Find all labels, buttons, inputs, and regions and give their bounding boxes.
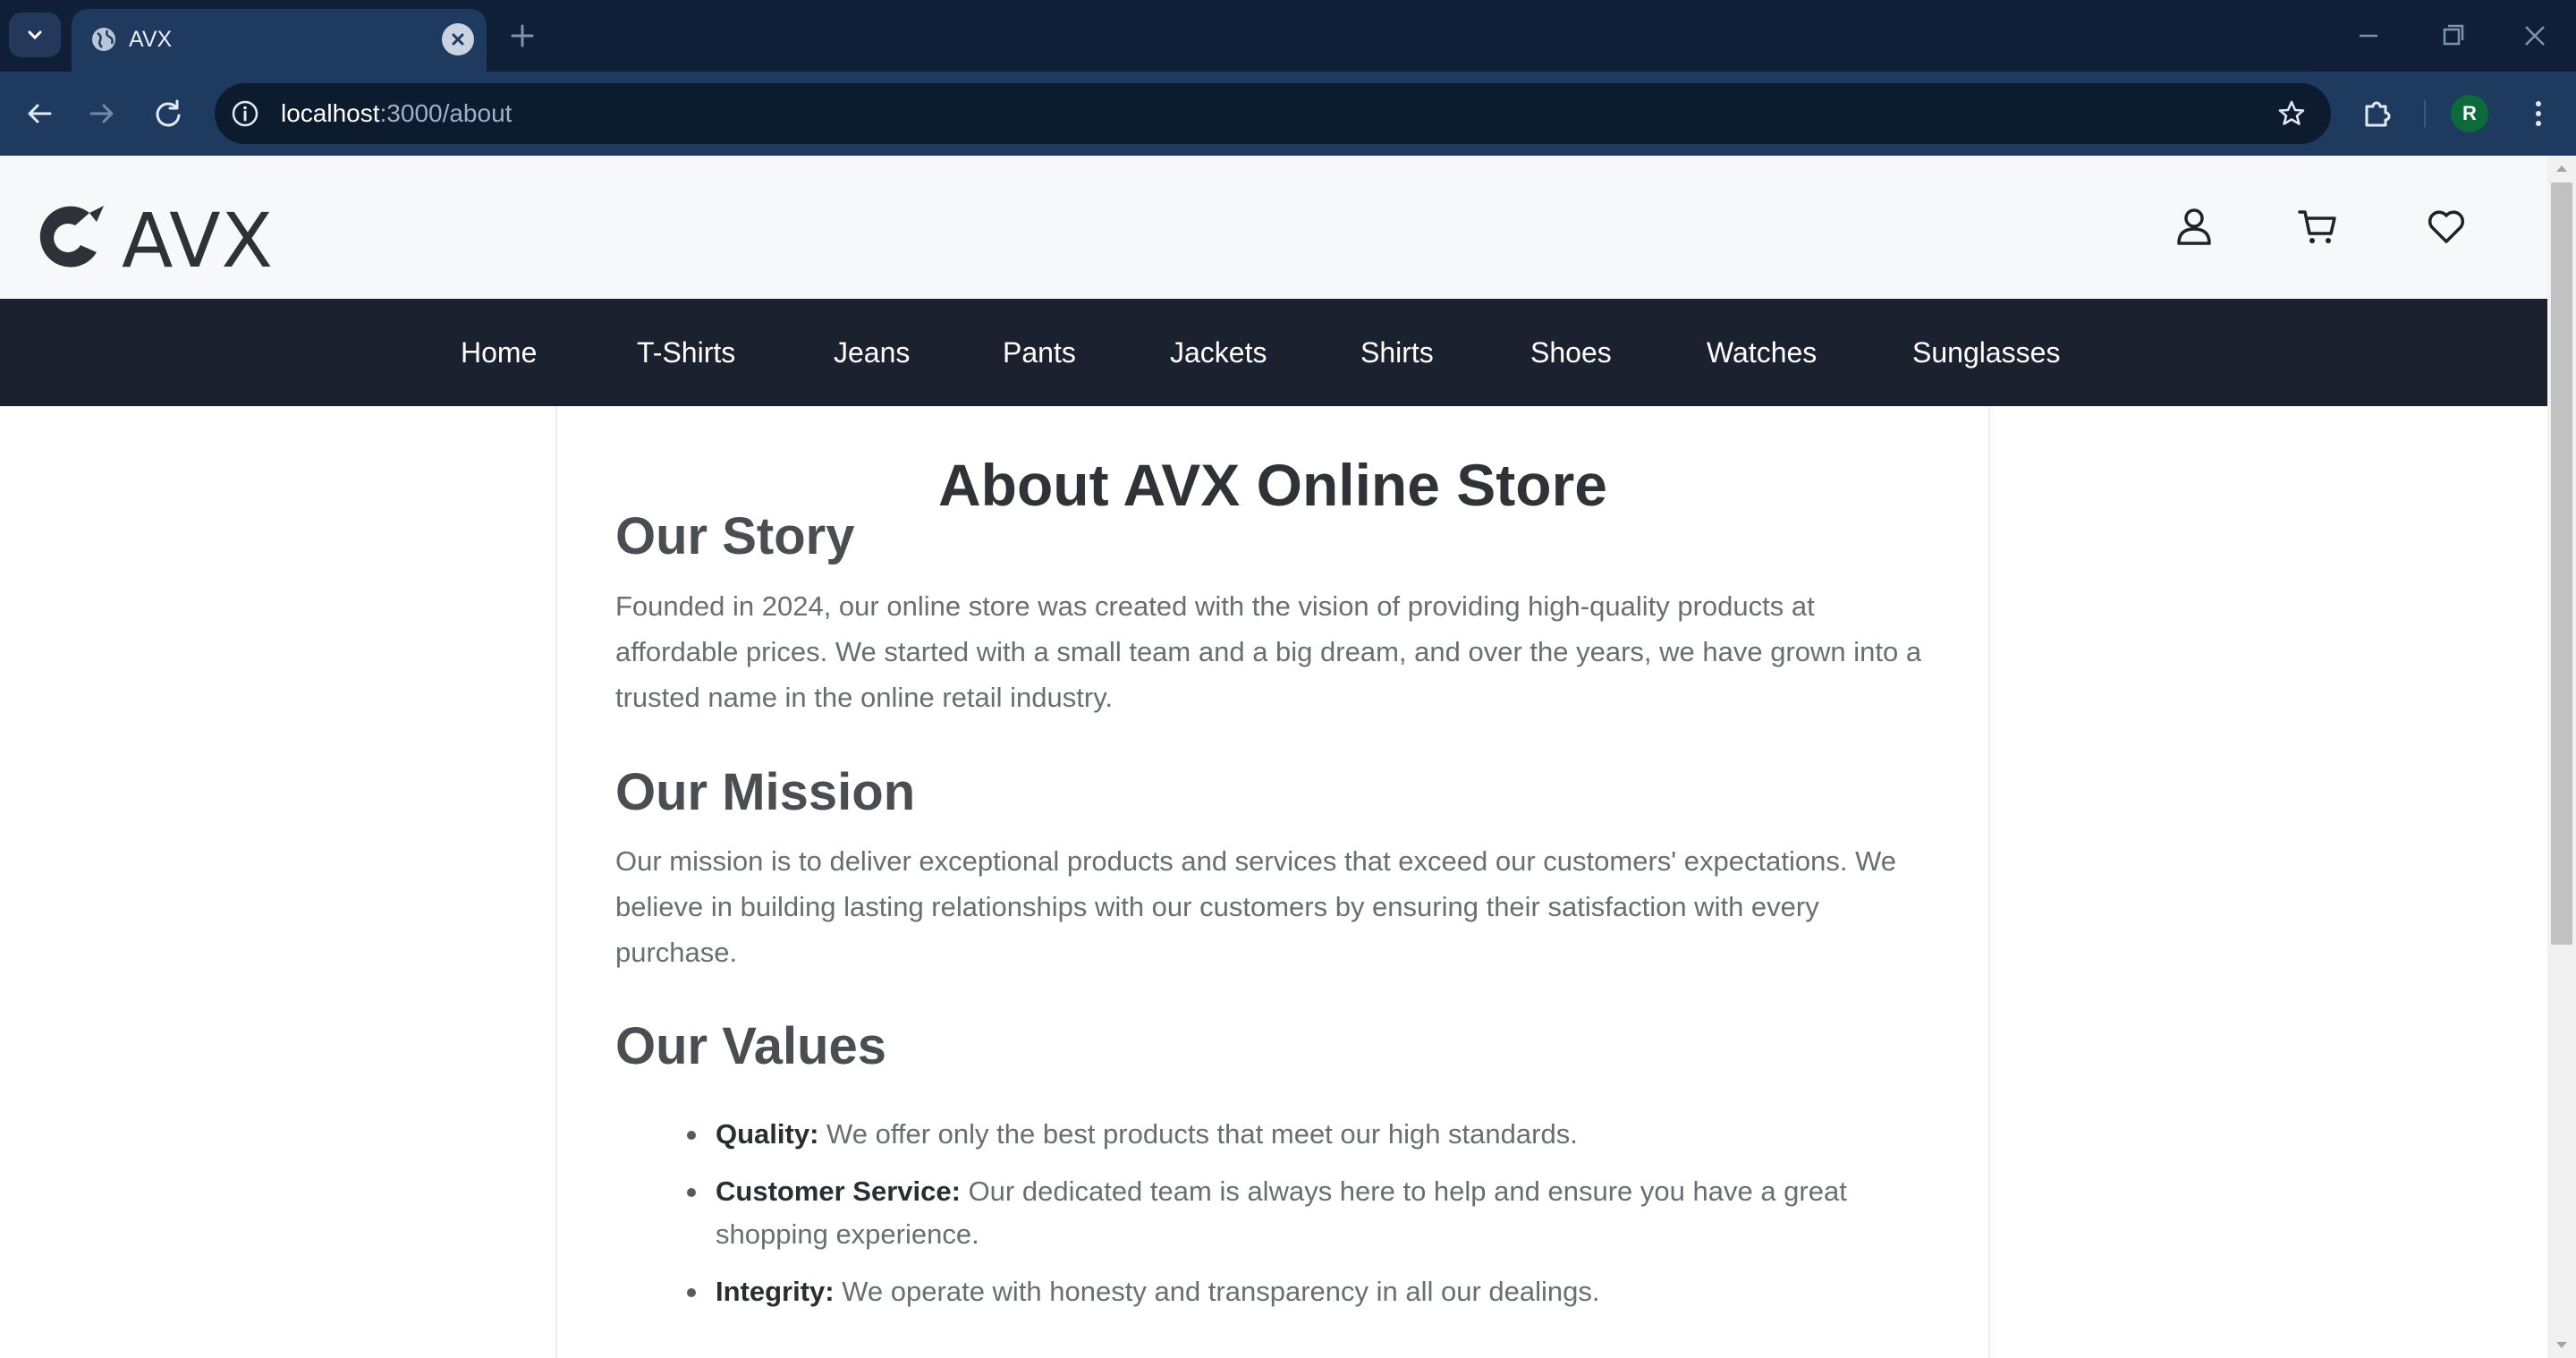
list-item: Customer Service: Our dedicated team is …	[615, 1170, 1939, 1256]
site-header: AVX	[0, 156, 2547, 299]
mission-heading: Our Mission	[615, 763, 916, 821]
browser-tab-active[interactable]: AVX	[72, 9, 487, 72]
url-host: localhost	[281, 99, 380, 127]
scroll-down-arrow-icon[interactable]	[2555, 1340, 2569, 1351]
nav-pants[interactable]: Pants	[1003, 299, 1076, 406]
nav-home[interactable]: Home	[461, 299, 537, 406]
value-text: We offer only the best products that mee…	[818, 1118, 1578, 1150]
page-viewport: AVX Home T-Shirts Jeans Pants Jackets Sh…	[0, 156, 2576, 1358]
value-label: Customer Service:	[716, 1176, 961, 1207]
back-arrow-icon[interactable]	[18, 92, 61, 135]
values-list: Quality: We offer only the best products…	[615, 1113, 1939, 1328]
cart-icon[interactable]	[2295, 204, 2340, 249]
tab-title: AVX	[129, 27, 173, 52]
nav-watches[interactable]: Watches	[1707, 299, 1817, 406]
url-path: :3000/about	[379, 99, 513, 127]
list-item: Integrity: We operate with honesty and t…	[615, 1270, 1939, 1313]
browser-toolbar: localhost:3000/about R	[0, 72, 2576, 156]
nav-shirts[interactable]: Shirts	[1360, 299, 1434, 406]
site-logo[interactable]: AVX	[34, 197, 273, 284]
nav-t-shirts[interactable]: T-Shirts	[637, 299, 735, 406]
tab-search-button[interactable]	[9, 13, 61, 57]
close-icon	[452, 33, 464, 46]
bookmark-star-icon[interactable]	[2274, 96, 2309, 132]
new-tab-plus-icon[interactable]	[504, 18, 540, 54]
browser-tabstrip: AVX	[0, 0, 2576, 72]
extensions-puzzle-icon[interactable]	[2356, 92, 2399, 135]
chevron-down-icon	[28, 30, 42, 40]
nav-shoes[interactable]: Shoes	[1530, 299, 1612, 406]
page-scrollbar[interactable]	[2547, 156, 2576, 1358]
logo-mark-icon	[39, 206, 104, 267]
value-label: Integrity:	[716, 1276, 835, 1307]
heart-icon[interactable]	[2424, 204, 2469, 249]
values-heading: Our Values	[615, 1017, 887, 1075]
url-text[interactable]: localhost:3000/about	[281, 96, 512, 132]
more-menu-icon[interactable]	[2517, 92, 2560, 135]
user-icon[interactable]	[2172, 204, 2216, 249]
forward-arrow-icon[interactable]	[80, 92, 123, 135]
main-nav: Home T-Shirts Jeans Pants Jackets Shirts…	[0, 299, 2547, 406]
scroll-up-arrow-icon[interactable]	[2555, 163, 2569, 174]
globe-icon	[92, 28, 115, 51]
close-window-icon[interactable]	[2515, 16, 2555, 55]
logo-text: AVX	[122, 197, 275, 284]
reload-icon[interactable]	[147, 92, 190, 135]
nav-jackets[interactable]: Jackets	[1170, 299, 1267, 406]
story-paragraph: Founded in 2024, our online store was cr…	[615, 590, 1922, 713]
restore-icon[interactable]	[2433, 16, 2472, 55]
address-bar[interactable]: localhost:3000/about	[215, 83, 2331, 144]
story-heading: Our Story	[615, 507, 855, 565]
site-info-icon[interactable]	[227, 96, 263, 132]
minimize-icon[interactable]	[2349, 16, 2388, 55]
list-item: Quality: We offer only the best products…	[615, 1113, 1939, 1156]
about-content: About AVX Online Store Our Story Founded…	[555, 406, 1990, 1358]
nav-jeans[interactable]: Jeans	[834, 299, 910, 406]
tab-close-button[interactable]	[442, 23, 474, 55]
scrollbar-thumb[interactable]	[2551, 182, 2572, 945]
value-text: We operate with honesty and transparency…	[834, 1276, 1600, 1307]
toolbar-separator	[2424, 100, 2426, 127]
nav-sunglasses[interactable]: Sunglasses	[1912, 299, 2060, 406]
value-label: Quality:	[716, 1118, 819, 1150]
mission-paragraph: Our mission is to deliver exceptional pr…	[615, 845, 1897, 968]
profile-avatar[interactable]: R	[2451, 95, 2488, 132]
